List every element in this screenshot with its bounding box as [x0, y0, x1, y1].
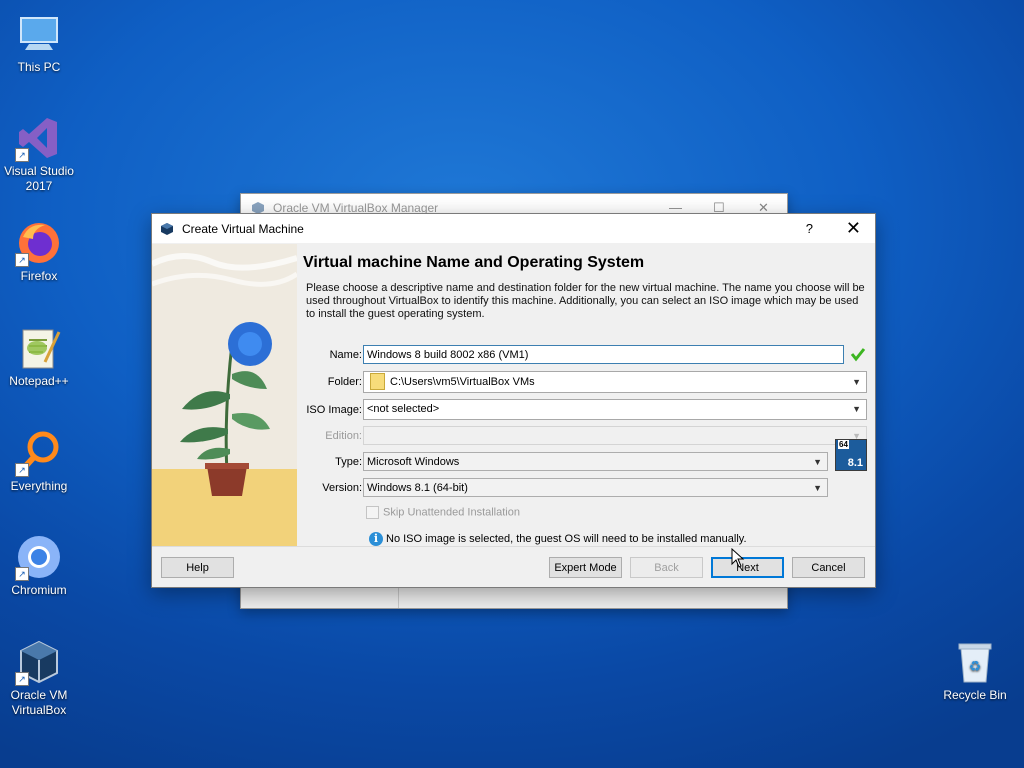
shortcut-arrow-icon: ↗ [15, 148, 29, 162]
notepad-plus-plus-icon [15, 324, 63, 372]
cancel-button[interactable]: Cancel [792, 557, 865, 578]
page-description: Please choose a descriptive name and des… [306, 282, 865, 320]
virtualbox-icon: ↗ [15, 638, 63, 686]
page-title: Virtual machine Name and Operating Syste… [303, 254, 645, 271]
virtualbox-small-icon [161, 222, 173, 235]
desktop-icon-virtualbox[interactable]: ↗ Oracle VM VirtualBox [1, 638, 77, 718]
type-select[interactable]: Microsoft Windows ▼ [363, 452, 828, 471]
desktop-icon-notepad-plus-plus[interactable]: Notepad++ [1, 324, 77, 389]
edition-select: ▼ [363, 426, 867, 445]
info-message-text: No ISO image is selected, the guest OS w… [386, 532, 747, 545]
iso-image-value: <not selected> [367, 403, 440, 415]
chromium-icon: ↗ [15, 533, 63, 581]
desktop-icon-label: Visual Studio 2017 [4, 164, 74, 193]
back-button[interactable]: Back [630, 557, 703, 578]
shortcut-arrow-icon: ↗ [15, 253, 29, 267]
version-value: Windows 8.1 (64-bit) [367, 482, 468, 494]
info-icon: i [369, 532, 383, 546]
shortcut-arrow-icon: ↗ [15, 463, 29, 477]
dialog-title: Create Virtual Machine [182, 221, 304, 236]
name-field[interactable]: Windows 8 build 8002 x86 (VM1) [363, 345, 844, 364]
desktop-icon-label: Notepad++ [9, 374, 69, 388]
desktop-icon-visual-studio[interactable]: ↗ Visual Studio 2017 [1, 114, 77, 194]
skip-unattended-checkbox [366, 506, 379, 519]
iso-image-label: ISO Image: [306, 404, 362, 416]
info-message: i No ISO image is selected, the guest OS … [369, 532, 747, 546]
desktop-icon-chromium[interactable]: ↗ Chromium [1, 533, 77, 598]
mouse-cursor-icon [731, 548, 745, 568]
expert-mode-button[interactable]: Expert Mode [549, 557, 622, 578]
firefox-icon: ↗ [15, 219, 63, 267]
windows-8-1-os-icon: 64 8.1 [835, 439, 867, 471]
name-row: Name: [302, 345, 362, 365]
os-icon-version: 8.1 [847, 457, 863, 469]
desktop-icon-this-pc[interactable]: This PC [1, 10, 77, 75]
desktop-icon-everything[interactable]: ↗ Everything [1, 429, 77, 494]
flower-icon [228, 322, 272, 366]
iso-row: ISO Image: [302, 400, 362, 420]
valid-checkmark-icon [850, 348, 866, 362]
recycle-bin-icon: ♻ [951, 638, 999, 686]
type-row: Type: [302, 452, 362, 472]
type-value: Microsoft Windows [367, 456, 460, 468]
shortcut-arrow-icon: ↗ [15, 672, 29, 686]
desktop-icon-label: Recycle Bin [943, 688, 1007, 702]
desktop-icon-label: This PC [17, 60, 61, 74]
name-label: Name: [329, 349, 362, 361]
chevron-down-icon: ▼ [813, 483, 822, 493]
desktop-icon-label: Chromium [11, 583, 67, 597]
next-button[interactable]: Next [711, 557, 784, 578]
edition-row: Edition: [302, 426, 362, 446]
skip-unattended-row: Skip Unattended Installation [366, 506, 520, 519]
chevron-down-icon: ▼ [813, 457, 822, 467]
context-help-button[interactable]: ? [806, 221, 813, 236]
version-row: Version: [302, 478, 362, 498]
desktop-icon-firefox[interactable]: ↗ Firefox [1, 219, 77, 284]
folder-row: Folder: [302, 372, 362, 392]
version-select[interactable]: Windows 8.1 (64-bit) ▼ [363, 478, 828, 497]
dialog-body: Virtual machine Name and Operating Syste… [152, 244, 875, 546]
magnifier-icon: ↗ [15, 429, 63, 477]
desktop-icon-label: Firefox [20, 269, 58, 283]
wizard-illustration [152, 244, 297, 546]
form-content: Virtual machine Name and Operating Syste… [302, 244, 867, 546]
os-icon-arch: 64 [838, 440, 849, 449]
version-label: Version: [322, 482, 362, 494]
desktop-icon-label: Oracle VM VirtualBox [10, 688, 68, 717]
dialog-close-button[interactable]: ✕ [846, 218, 861, 239]
folder-select[interactable]: C:\Users\vm5\VirtualBox VMs ▼ [363, 371, 867, 393]
folder-value: C:\Users\vm5\VirtualBox VMs [390, 376, 535, 388]
shortcut-arrow-icon: ↗ [15, 567, 29, 581]
visual-studio-icon: ↗ [15, 114, 63, 162]
svg-text:♻: ♻ [969, 659, 982, 675]
create-vm-dialog[interactable]: Create Virtual Machine ? ✕ Virtual machi… [151, 213, 876, 588]
edition-label: Edition: [325, 430, 362, 442]
folder-icon [370, 372, 385, 390]
desktop-icon-recycle-bin[interactable]: ♻ Recycle Bin [937, 638, 1013, 703]
chevron-down-icon: ▼ [852, 404, 861, 414]
iso-image-select[interactable]: <not selected> ▼ [363, 399, 867, 420]
computer-icon [15, 10, 63, 58]
skip-unattended-label: Skip Unattended Installation [383, 506, 520, 519]
button-bar: Help Expert Mode Back Next Cancel [152, 546, 875, 587]
desktop-icon-label: Everything [10, 479, 68, 493]
chevron-down-icon: ▼ [852, 377, 861, 387]
help-button[interactable]: Help [161, 557, 234, 578]
dialog-title-bar: Create Virtual Machine ? ✕ [152, 214, 875, 243]
folder-label: Folder: [327, 376, 362, 388]
type-label: Type: [335, 456, 362, 468]
